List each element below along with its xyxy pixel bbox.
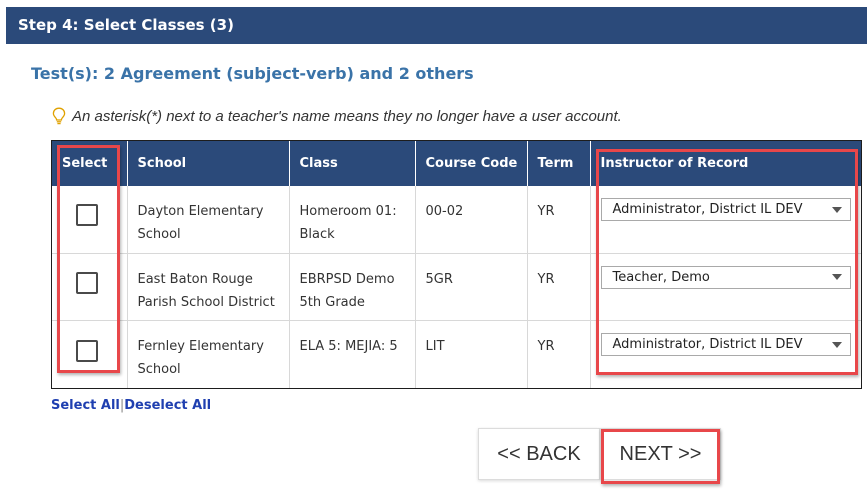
row-checkbox[interactable] xyxy=(76,204,99,227)
class-cell: ELA 5: MEJIA: 5 xyxy=(289,320,416,388)
term-cell: YR xyxy=(527,320,591,388)
instructor-select[interactable]: Administrator, District IL DEV xyxy=(600,333,851,357)
tests-summary: Test(s): 2 Agreement (subject-verb) and … xyxy=(31,64,474,83)
column-header-select: Select xyxy=(52,141,128,186)
row-checkbox[interactable] xyxy=(76,339,99,362)
class-cell: EBRPSD Demo 5th Grade xyxy=(289,252,416,321)
course-code-cell: 5GR xyxy=(415,252,528,321)
column-header-school: School xyxy=(127,141,290,186)
table-row: East Baton Rouge Parish School District … xyxy=(52,252,861,321)
instructor-select[interactable]: Teacher, Demo xyxy=(600,265,851,289)
select-all-link[interactable]: Select All xyxy=(51,398,120,413)
class-cell: Homeroom 01: Black xyxy=(289,186,416,254)
table-header-row: Select School Class Course Code Term Ins… xyxy=(52,141,861,186)
table-row: Fernley Elementary School ELA 5: MEJIA: … xyxy=(52,320,861,388)
term-cell: YR xyxy=(527,252,591,321)
table-row: Dayton Elementary School Homeroom 01: Bl… xyxy=(52,186,861,254)
chevron-down-icon xyxy=(831,341,842,348)
chevron-down-icon xyxy=(831,274,842,281)
school-cell: East Baton Rouge Parish School District xyxy=(127,252,290,321)
lightbulb-icon xyxy=(52,107,66,125)
asterisk-note: An asterisk(*) next to a teacher's name … xyxy=(52,106,622,126)
next-button[interactable]: NEXT >> xyxy=(600,428,721,480)
instructor-select-value: Administrator, District IL DEV xyxy=(612,337,803,353)
instructor-select-value: Teacher, Demo xyxy=(612,269,710,285)
column-header-class: Class xyxy=(289,141,416,186)
chevron-down-icon xyxy=(831,206,842,213)
instructor-select[interactable]: Administrator, District IL DEV xyxy=(600,198,851,221)
classes-table: Select School Class Course Code Term Ins… xyxy=(51,140,862,389)
term-cell: YR xyxy=(527,186,591,254)
course-code-cell: 00-02 xyxy=(415,186,528,254)
school-cell: Dayton Elementary School xyxy=(127,186,290,254)
column-header-instructor: Instructor of Record xyxy=(600,156,749,171)
column-header-course-code: Course Code xyxy=(415,141,528,186)
instructor-select-value: Administrator, District IL DEV xyxy=(612,202,803,217)
row-checkbox[interactable] xyxy=(76,271,99,294)
asterisk-note-text: An asterisk(*) next to a teacher's name … xyxy=(72,107,622,125)
step-header: Step 4: Select Classes (3) xyxy=(6,7,867,44)
school-cell: Fernley Elementary School xyxy=(127,320,290,388)
course-code-cell: LIT xyxy=(415,320,528,388)
deselect-all-link[interactable]: Deselect All xyxy=(124,398,211,413)
step-title: Step 4: Select Classes (3) xyxy=(18,16,234,34)
selection-links: Select All|Deselect All xyxy=(51,398,211,413)
column-header-term: Term xyxy=(527,141,591,186)
back-button[interactable]: << BACK xyxy=(478,428,600,480)
